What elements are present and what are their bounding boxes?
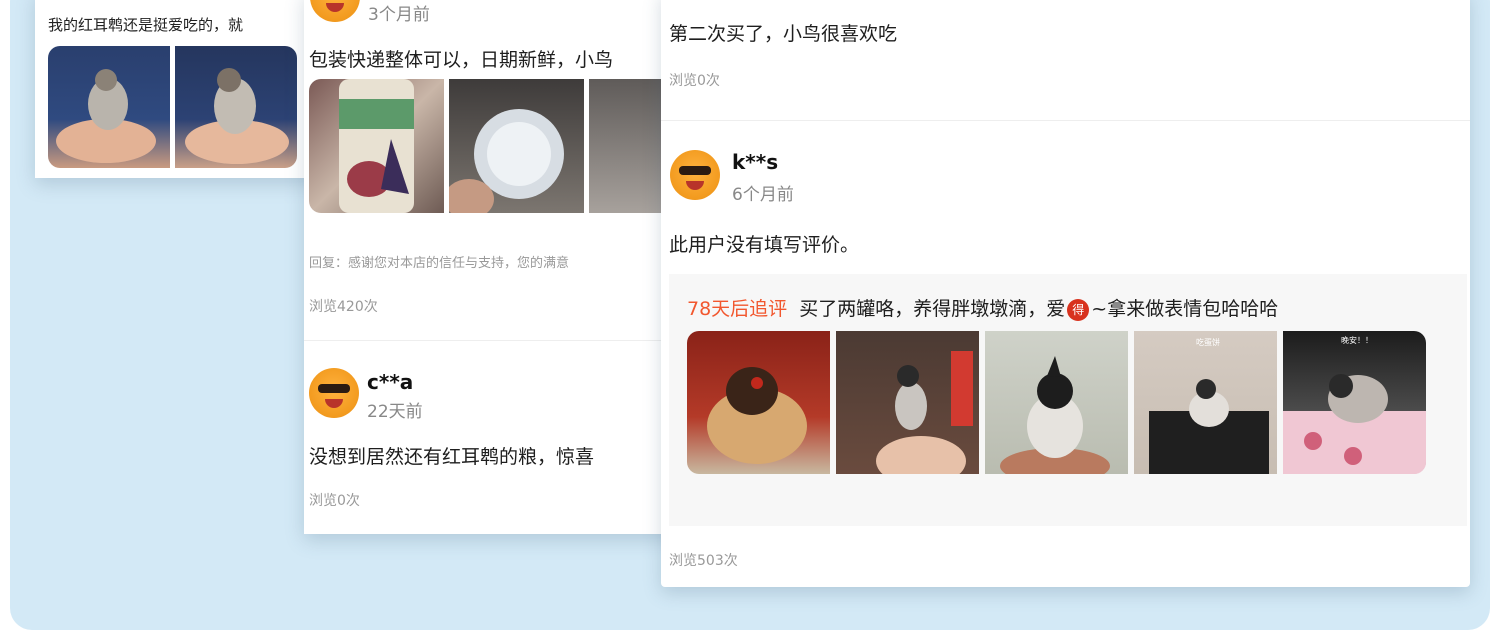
avatar — [309, 368, 359, 418]
followup-text-tail: ~拿来做表情包哈哈哈 — [1091, 298, 1279, 320]
view-count: 浏览503次 — [669, 553, 738, 569]
followup-photo[interactable]: 吃蛋饼 — [1134, 331, 1277, 474]
followup-text: 买了两罐咯，养得胖墩墩滴，爱 — [799, 298, 1066, 320]
divider — [661, 120, 1470, 121]
username: c**a — [367, 370, 414, 394]
avatar — [310, 0, 360, 22]
avatar — [670, 150, 720, 200]
photo-caption: 吃蛋饼 — [1196, 338, 1220, 347]
followup-photo[interactable] — [836, 331, 979, 474]
review-text: 包装快递整体可以，日期新鲜，小鸟 — [309, 49, 614, 71]
divider — [304, 340, 684, 341]
followup-review: 78天后追评 买了两罐咯，养得胖墩墩滴，爱得 ~拿来做表情包哈哈哈 吃蛋饼 晚安… — [669, 274, 1467, 526]
review-card-mid: 3个月前 包装快递整体可以，日期新鲜，小鸟 回复：感谢您对本店的信任与支持，您的… — [304, 0, 684, 534]
followup-photo[interactable]: 晚安！！ — [1283, 331, 1426, 474]
review-text: 没想到居然还有红耳鹎的粮，惊喜 — [309, 446, 595, 468]
review-card-right: 第二次买了，小鸟很喜欢吃 浏览0次 k**s 6个月前 此用户没有填写评价。 7… — [661, 0, 1470, 587]
review-text: 我的红耳鹎还是挺爱吃的，就 — [48, 16, 244, 34]
view-count: 浏览420次 — [309, 299, 378, 315]
review-text: 第二次买了，小鸟很喜欢吃 — [669, 23, 898, 45]
review-time: 3个月前 — [368, 5, 430, 25]
followup-label: 78天后追评 — [687, 298, 788, 320]
review-photo[interactable] — [48, 46, 170, 168]
review-time: 6个月前 — [732, 185, 794, 205]
emoji-badge-icon: 得 — [1067, 298, 1090, 321]
review-text: 此用户没有填写评价。 — [669, 234, 860, 256]
followup-line: 78天后追评 买了两罐咯，养得胖墩墩滴，爱得 ~拿来做表情包哈哈哈 — [687, 294, 1278, 321]
username: k**s — [732, 150, 779, 174]
photo-caption: 晚安！！ — [1341, 336, 1373, 345]
review-photo[interactable] — [309, 79, 444, 213]
seller-reply: 回复：感谢您对本店的信任与支持，您的满意 — [309, 256, 570, 271]
view-count: 浏览0次 — [309, 493, 360, 509]
review-time: 22天前 — [367, 402, 423, 422]
followup-photo[interactable] — [985, 331, 1128, 474]
review-photo[interactable] — [449, 79, 584, 213]
review-card-left: 我的红耳鹎还是挺爱吃的，就 — [35, 0, 325, 178]
view-count: 浏览0次 — [669, 73, 720, 89]
review-photo[interactable] — [175, 46, 297, 168]
followup-photo[interactable] — [687, 331, 830, 474]
